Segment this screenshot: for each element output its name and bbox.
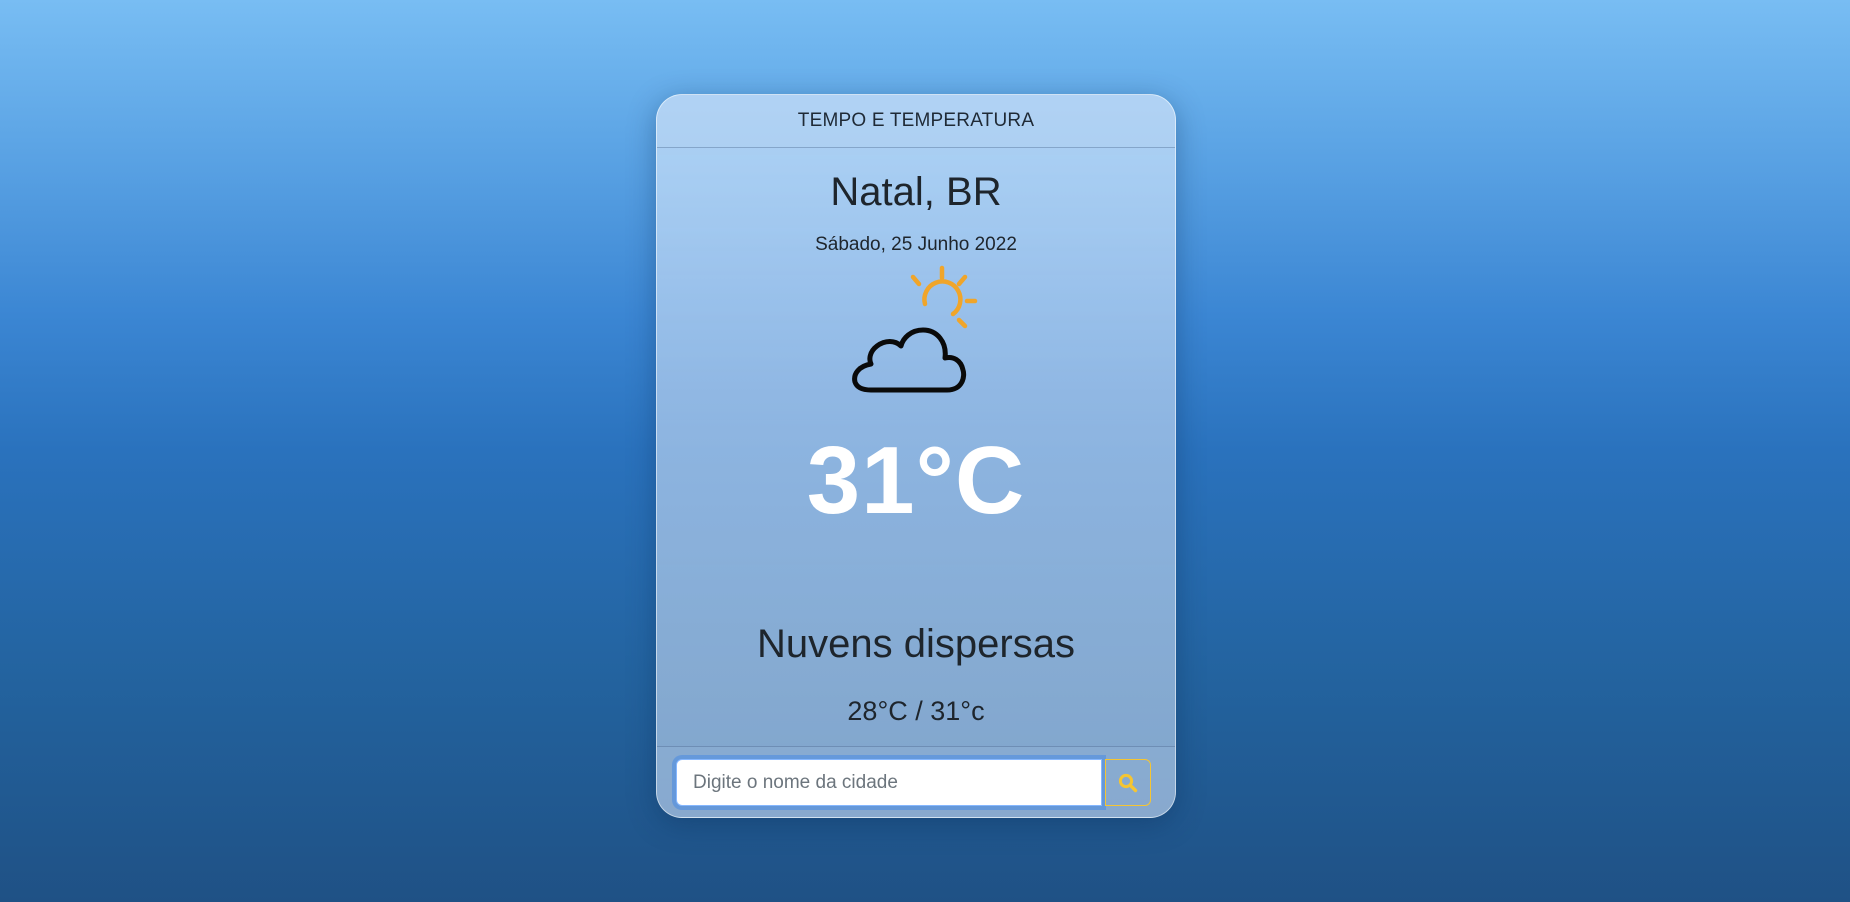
search-bar [657,746,1175,817]
current-date: Sábado, 25 Junho 2022 [815,234,1017,255]
city-search-input[interactable] [676,759,1102,806]
sun-icon [910,265,978,329]
search-button[interactable] [1105,759,1151,806]
weather-description: Nuvens dispersas [757,622,1075,666]
weather-card: TEMPO E TEMPERATURA Natal, BR Sábado, 25… [656,94,1176,818]
partly-cloudy-icon [852,265,978,393]
app-title: TEMPO E TEMPERATURA [797,110,1035,131]
card-header: TEMPO E TEMPERATURA [657,95,1175,148]
city-name: Natal, BR [830,170,1002,214]
min-max-temperature: 28°C / 31°c [847,696,985,726]
cloud-icon [852,327,967,393]
search-icon [1118,773,1138,792]
card-body: Natal, BR Sábado, 25 Junho 2022 31°C Nuv… [657,148,1175,748]
temperature: 31°C [806,427,1026,534]
